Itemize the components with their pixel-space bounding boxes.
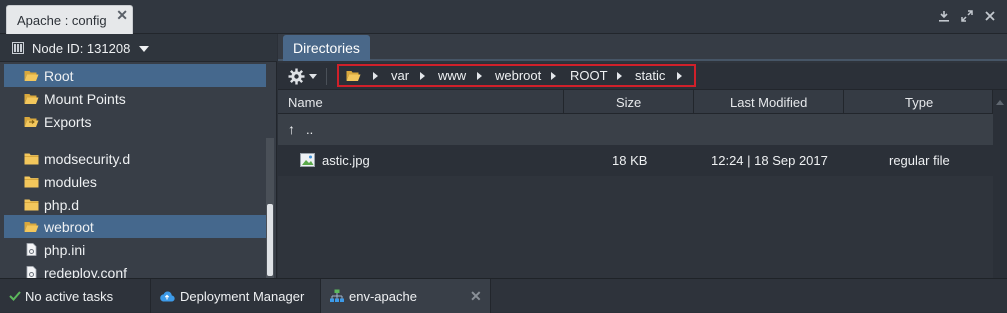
- file-size: 18 KB: [612, 153, 648, 168]
- file-list-header: Name Size Last Modified Type: [278, 90, 993, 114]
- breadcrumb-var[interactable]: var: [391, 68, 409, 83]
- scroll-up-icon[interactable]: [996, 100, 1004, 105]
- file-tree: Root Mount Points Exports modsecurity.d …: [0, 62, 267, 278]
- folder-icon: [24, 176, 39, 188]
- download-icon[interactable]: [937, 9, 951, 23]
- window-tab[interactable]: Apache : config ✕: [6, 5, 133, 34]
- tree-item-php-d[interactable]: php.d: [4, 193, 266, 216]
- file-type: regular file: [889, 153, 950, 168]
- node-selector[interactable]: Node ID: 131208: [0, 34, 277, 62]
- tree-item-mount-points[interactable]: Mount Points: [4, 87, 266, 110]
- check-icon: [9, 291, 21, 301]
- directories-panel: Directories var www webroot ROOT static …: [278, 34, 1007, 278]
- breadcrumb-static[interactable]: static: [635, 68, 665, 83]
- chevron-down-icon: [139, 46, 149, 52]
- column-size[interactable]: Size: [564, 90, 694, 114]
- config-file-icon: [26, 266, 37, 278]
- gear-icon[interactable]: [288, 68, 305, 85]
- tree-item-webroot[interactable]: webroot: [4, 215, 266, 238]
- window-controls: [937, 9, 997, 23]
- breadcrumb-arrow-icon[interactable]: [677, 72, 682, 80]
- tree-item-modsecurity[interactable]: modsecurity.d: [4, 147, 266, 170]
- node-id-label: Node ID: 131208: [32, 41, 131, 56]
- toolbar-divider: [326, 68, 327, 85]
- folder-open-icon: [24, 94, 39, 104]
- folder-share-icon: [24, 117, 39, 127]
- column-type[interactable]: Type: [844, 90, 993, 114]
- tree-item-redeploy-conf[interactable]: redeploy.conf: [4, 261, 266, 278]
- status-bar: No active tasks Deployment Manager env-a…: [0, 278, 1007, 313]
- breadcrumb-arrow-icon: [373, 72, 378, 80]
- config-file-icon: [26, 243, 37, 256]
- tree-scrollbar[interactable]: [266, 138, 274, 278]
- environment-icon: [330, 289, 344, 302]
- maximize-icon[interactable]: [960, 9, 974, 23]
- close-icon[interactable]: [983, 9, 997, 23]
- close-tab-icon[interactable]: ✕: [116, 7, 128, 24]
- breadcrumb-arrow-icon: [477, 72, 482, 80]
- image-file-icon: [300, 153, 315, 167]
- tree-item-modules[interactable]: modules: [4, 170, 266, 193]
- tasks-status[interactable]: No active tasks: [0, 279, 151, 313]
- breadcrumb-arrow-icon: [617, 72, 622, 80]
- file-list-scrollbar[interactable]: [993, 90, 1007, 278]
- file-modified: 12:24 | 18 Sep 2017: [711, 153, 828, 168]
- parent-directory-label: ..: [306, 122, 314, 137]
- tree-item-root[interactable]: Root: [4, 64, 266, 87]
- breadcrumb-root[interactable]: ROOT: [570, 68, 608, 83]
- folder-icon: [24, 153, 39, 165]
- window-tab-title: Apache : config: [17, 13, 107, 28]
- file-tree-panel: Node ID: 131208 Root Mount Points Export…: [0, 34, 277, 278]
- breadcrumb-arrow-icon: [551, 72, 556, 80]
- tab-directories[interactable]: Directories: [283, 35, 370, 61]
- folder-open-icon[interactable]: [346, 69, 361, 82]
- folder-icon: [24, 199, 39, 211]
- breadcrumb-arrow-icon: [420, 72, 425, 80]
- tree-item-php-ini[interactable]: php.ini: [4, 238, 266, 261]
- chevron-down-icon[interactable]: [309, 74, 317, 79]
- server-icon: [12, 42, 24, 54]
- deployment-manager-button[interactable]: Deployment Manager: [151, 279, 321, 313]
- env-tab[interactable]: env-apache ✕: [321, 279, 491, 313]
- cloud-icon: [160, 291, 175, 302]
- window-tab-bar: Apache : config ✕: [0, 0, 1007, 34]
- breadcrumb-www[interactable]: www: [438, 68, 466, 83]
- folder-open-icon: [24, 71, 39, 81]
- tree-item-exports[interactable]: Exports: [4, 110, 266, 133]
- directories-toolbar: var www webroot ROOT static: [278, 63, 1007, 90]
- file-name: astic.jpg: [322, 153, 370, 168]
- folder-open-icon: [24, 222, 39, 232]
- breadcrumb: var www webroot ROOT static: [337, 64, 696, 87]
- table-row[interactable]: astic.jpg 18 KB 12:24 | 18 Sep 2017 regu…: [278, 145, 993, 176]
- parent-directory-row[interactable]: ↑ ..: [278, 114, 993, 145]
- directories-tab-bar: Directories: [278, 34, 1007, 61]
- column-last-modified[interactable]: Last Modified: [694, 90, 844, 114]
- tree-scroll-thumb[interactable]: [267, 204, 273, 276]
- close-icon[interactable]: ✕: [470, 288, 482, 305]
- column-name[interactable]: Name: [278, 90, 564, 114]
- arrow-up-icon: ↑: [288, 121, 295, 137]
- breadcrumb-webroot[interactable]: webroot: [495, 68, 541, 83]
